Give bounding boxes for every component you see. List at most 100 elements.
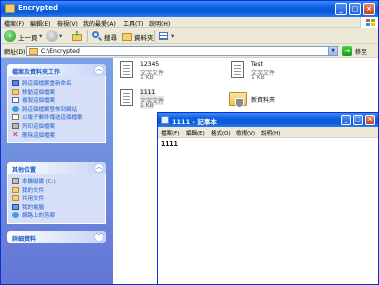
up-folder-icon[interactable]: ↑ bbox=[71, 30, 83, 42]
task-copy[interactable]: 複製這個檔案 bbox=[12, 96, 101, 105]
task-copy-label[interactable]: 複製這個檔案 bbox=[22, 98, 55, 104]
views-dropdown-icon[interactable]: ▾ bbox=[171, 32, 174, 40]
views-icon[interactable] bbox=[158, 30, 170, 42]
place-local-disk-label[interactable]: 本機磁碟 (C:) bbox=[22, 179, 56, 185]
folder-item[interactable]: 新資料夾 bbox=[229, 90, 299, 110]
file-item-selected[interactable]: 1111 文字文件 1 KB bbox=[120, 89, 190, 109]
text-document-icon bbox=[120, 61, 133, 78]
menu-edit[interactable]: 編輯(E) bbox=[30, 19, 50, 28]
folders-icon[interactable] bbox=[121, 30, 133, 42]
menu-tools[interactable]: 工具(T) bbox=[123, 19, 143, 28]
folder-icon bbox=[5, 4, 15, 13]
menu-edit[interactable]: 編輯(E) bbox=[186, 129, 205, 137]
drive-icon bbox=[12, 178, 19, 184]
other-places-header[interactable]: 其他位置 ︿ bbox=[7, 162, 106, 174]
menu-help[interactable]: 說明(H) bbox=[149, 19, 170, 28]
forward-dropdown-icon[interactable]: ▾ bbox=[59, 32, 62, 40]
place-network-label[interactable]: 網路上的芳鄰 bbox=[22, 213, 55, 219]
other-places-panel: 其他位置 ︿ 本機磁碟 (C:) 我的文件 共用文件 我的電腦 網路上的芳鄰 bbox=[7, 162, 106, 224]
place-my-documents-label[interactable]: 我的文件 bbox=[22, 188, 44, 194]
task-publish[interactable]: 將這個檔案發佈到網站 bbox=[12, 105, 101, 114]
menu-view[interactable]: 檢視(V) bbox=[236, 129, 255, 137]
menu-format[interactable]: 格式(O) bbox=[211, 129, 231, 137]
place-my-documents[interactable]: 我的文件 bbox=[12, 186, 101, 195]
task-delete-label[interactable]: 刪除這個檔案 bbox=[22, 133, 55, 139]
file-item[interactable]: 12345 文字文件 1 KB bbox=[120, 61, 190, 81]
details-panel: 詳細資料 ﹀ bbox=[7, 231, 106, 243]
windows-logo-icon bbox=[360, 17, 378, 28]
file-tasks-panel: 檔案及資料夾工作 ︿ 將這個檔案重新命名 移動這個檔案 複製這個檔案 將這個檔案… bbox=[7, 64, 106, 144]
address-dropdown-icon[interactable]: ▼ bbox=[328, 47, 337, 55]
task-print[interactable]: 列印這個檔案 bbox=[12, 122, 101, 131]
printer-icon bbox=[12, 122, 19, 129]
task-print-label[interactable]: 列印這個檔案 bbox=[22, 124, 55, 130]
other-places-title: 其他位置 bbox=[12, 167, 37, 174]
details-header[interactable]: 詳細資料 ﹀ bbox=[7, 231, 106, 243]
menu-file[interactable]: 檔案(F) bbox=[161, 129, 179, 137]
address-bar: 網址(D) C:\Encrypted ▼ → 移至 bbox=[1, 44, 378, 58]
place-shared-documents-label[interactable]: 共用文件 bbox=[22, 196, 44, 202]
file-item[interactable]: Test 文字文件 1 KB bbox=[231, 61, 301, 81]
task-move[interactable]: 移動這個檔案 bbox=[12, 88, 101, 97]
text-document-icon bbox=[120, 89, 133, 106]
search-icon[interactable] bbox=[91, 30, 103, 42]
close-button[interactable]: × bbox=[363, 3, 375, 15]
forward-arrow-icon[interactable]: › bbox=[46, 30, 58, 42]
globe-icon bbox=[12, 105, 19, 112]
menu-view[interactable]: 檢視(V) bbox=[57, 19, 78, 28]
go-button-label[interactable]: 移至 bbox=[355, 47, 367, 56]
move-icon bbox=[12, 88, 19, 95]
notepad-window: 1111 - 記事本 _ □ × 檔案(F) 編輯(E) 格式(O) 檢視(V)… bbox=[157, 112, 379, 285]
menu-favorites[interactable]: 我的最愛(A) bbox=[83, 19, 116, 28]
close-button[interactable]: × bbox=[365, 115, 375, 125]
place-my-computer-label[interactable]: 我的電腦 bbox=[22, 205, 44, 211]
explorer-titlebar[interactable]: Encrypted _ □ × bbox=[1, 1, 378, 17]
task-rename-label[interactable]: 將這個檔案重新命名 bbox=[22, 81, 72, 87]
rename-icon bbox=[12, 80, 19, 86]
file-name: 12345 bbox=[140, 61, 160, 68]
notepad-title: 1111 - 記事本 bbox=[172, 118, 217, 126]
file-size: 1 KB bbox=[140, 102, 154, 109]
folders-button-label[interactable]: 資料夾 bbox=[134, 32, 154, 42]
expand-chevron-icon[interactable]: ﹀ bbox=[94, 232, 104, 242]
collapse-chevron-icon[interactable]: ︿ bbox=[94, 65, 104, 75]
place-network[interactable]: 網路上的芳鄰 bbox=[12, 211, 101, 220]
address-value[interactable]: C:\Encrypted bbox=[41, 48, 80, 55]
notepad-text-area[interactable]: 1111 bbox=[161, 140, 178, 148]
file-tasks-list: 將這個檔案重新命名 移動這個檔案 複製這個檔案 將這個檔案發佈到網站 以電子郵件… bbox=[7, 76, 106, 144]
minimize-button[interactable]: _ bbox=[335, 3, 347, 15]
file-tasks-header[interactable]: 檔案及資料夾工作 ︿ bbox=[7, 64, 106, 76]
file-size: 1 KB bbox=[251, 74, 265, 81]
maximize-button[interactable]: □ bbox=[349, 3, 361, 15]
envelope-icon bbox=[12, 114, 19, 121]
delete-x-icon: ✕ bbox=[12, 129, 19, 139]
notepad-titlebar[interactable]: 1111 - 記事本 _ □ × bbox=[158, 113, 378, 127]
go-arrow-icon[interactable]: → bbox=[342, 46, 352, 56]
notepad-icon bbox=[161, 116, 169, 124]
search-button-label[interactable]: 搜尋 bbox=[104, 32, 117, 42]
maximize-button[interactable]: □ bbox=[353, 115, 363, 125]
minimize-button[interactable]: _ bbox=[341, 115, 351, 125]
collapse-chevron-icon[interactable]: ︿ bbox=[94, 163, 104, 173]
address-input[interactable]: C:\Encrypted ▼ bbox=[26, 46, 338, 56]
details-title: 詳細資料 bbox=[12, 236, 37, 243]
menu-help[interactable]: 說明(H) bbox=[261, 129, 280, 137]
text-document-icon bbox=[231, 61, 244, 78]
place-my-computer[interactable]: 我的電腦 bbox=[12, 203, 101, 212]
task-email[interactable]: 以電子郵件傳送這個檔案 bbox=[12, 113, 101, 122]
menubar: 檔案(F) 編輯(E) 檢視(V) 我的最愛(A) 工具(T) 說明(H) bbox=[1, 17, 378, 28]
back-button-label[interactable]: 上一頁 bbox=[18, 32, 38, 42]
back-arrow-icon[interactable]: ‹ bbox=[4, 30, 16, 42]
task-publish-label[interactable]: 將這個檔案發佈到網站 bbox=[22, 107, 77, 113]
task-move-label[interactable]: 移動這個檔案 bbox=[22, 90, 55, 96]
task-email-label[interactable]: 以電子郵件傳送這個檔案 bbox=[22, 115, 83, 121]
folder-icon bbox=[229, 92, 247, 108]
back-dropdown-icon[interactable]: ▾ bbox=[39, 32, 42, 40]
menu-file[interactable]: 檔案(F) bbox=[4, 19, 24, 28]
toolbar: ‹ 上一頁 ▾ › ▾ ↑ 搜尋 資料夾 ▾ bbox=[1, 28, 378, 44]
folder-name: 新資料夾 bbox=[251, 97, 276, 104]
place-shared-documents[interactable]: 共用文件 bbox=[12, 194, 101, 203]
task-delete[interactable]: ✕ 刪除這個檔案 bbox=[12, 129, 101, 140]
place-local-disk[interactable]: 本機磁碟 (C:) bbox=[12, 177, 101, 186]
task-rename[interactable]: 將這個檔案重新命名 bbox=[12, 79, 101, 88]
